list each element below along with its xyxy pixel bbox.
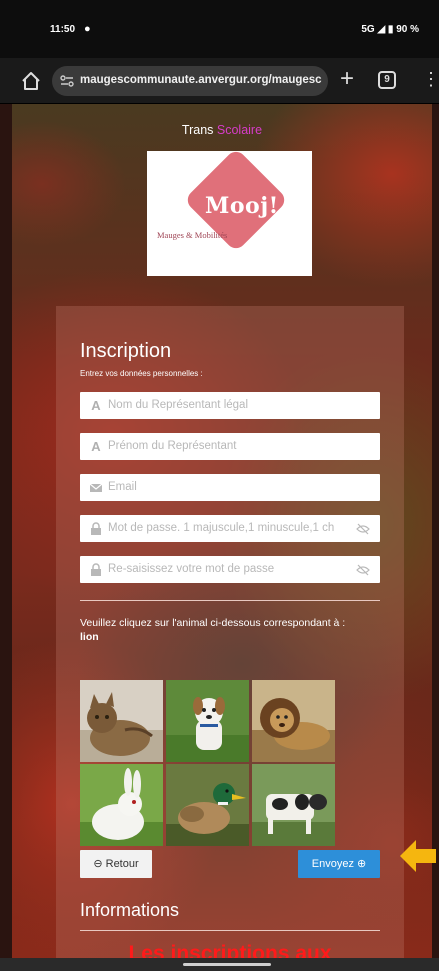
email-placeholder: Email xyxy=(108,481,137,493)
pointer-arrow-icon xyxy=(400,840,436,872)
lock-icon xyxy=(91,563,101,576)
cat-image-tile[interactable] xyxy=(80,680,163,762)
captcha-prompt: Veuillez cliquez sur l'animal ci-dessous… xyxy=(80,616,380,644)
browser-toolbar: maugescommunaute.anvergur.org/maugesc + … xyxy=(0,58,439,104)
nom-field[interactable]: A Nom du Représentant légal xyxy=(80,392,380,419)
home-icon[interactable] xyxy=(20,70,42,92)
duck-image-tile[interactable] xyxy=(166,764,249,846)
status-indicators: 5G ◢ ▮ 90 % xyxy=(361,24,419,35)
url-text: maugescommunaute.anvergur.org/maugesc xyxy=(80,74,322,86)
mooj-logo: Mooj! Mauges & Mobilités xyxy=(147,147,312,276)
eye-off-icon[interactable] xyxy=(356,523,370,535)
status-time: 11:50 xyxy=(50,24,76,35)
system-nav-bar xyxy=(0,958,439,971)
info-divider xyxy=(80,930,380,931)
title-part2: Scolaire xyxy=(216,123,263,137)
cow-image-tile[interactable] xyxy=(252,764,335,846)
form-subtitle: Entrez vos données personnelles : xyxy=(80,369,203,378)
form-title: Inscription xyxy=(80,340,172,362)
text-icon: A xyxy=(91,398,101,413)
submit-button[interactable]: Envoyez ⊕ xyxy=(298,850,380,878)
lock-icon xyxy=(91,522,101,535)
address-bar[interactable]: maugescommunaute.anvergur.org/maugesc xyxy=(52,66,328,96)
page-content: Trans Scolaire Mooj! Mauges & Mobilités … xyxy=(12,104,432,960)
form-divider xyxy=(80,600,380,601)
site-settings-icon[interactable] xyxy=(60,74,74,88)
new-tab-icon[interactable]: + xyxy=(340,66,354,92)
arrow-left-circle-icon: ⊖ xyxy=(93,858,103,870)
captcha-answer: lion xyxy=(80,631,99,643)
password-placeholder: Mot de passe. 1 majuscule,1 minuscule,1 … xyxy=(108,522,335,534)
logo-wordmark: Mooj! xyxy=(205,193,279,219)
status-bar: 11:50 ● 5G ◢ ▮ 90 % xyxy=(0,0,439,58)
confirm-password-field[interactable]: Re-saisissez votre mot de passe xyxy=(80,556,380,583)
text-icon: A xyxy=(91,439,101,454)
back-button[interactable]: ⊖ Retour xyxy=(80,850,152,878)
arrow-right-circle-icon: ⊕ xyxy=(357,858,367,870)
lion-image-tile[interactable] xyxy=(252,680,335,762)
info-title: Informations xyxy=(80,900,180,920)
registration-form: Inscription Entrez vos données personnel… xyxy=(56,306,404,960)
submit-button-label: Envoyez xyxy=(311,858,354,870)
notification-icon: ● xyxy=(84,23,91,35)
eye-off-icon[interactable] xyxy=(356,564,370,576)
back-button-label: Retour xyxy=(105,858,139,870)
page-title: Trans Scolaire xyxy=(12,123,432,137)
confirm-password-placeholder: Re-saisissez votre mot de passe xyxy=(108,563,275,575)
rabbit-image-tile[interactable] xyxy=(80,764,163,846)
animal-captcha-grid xyxy=(80,680,336,846)
password-field[interactable]: Mot de passe. 1 majuscule,1 minuscule,1 … xyxy=(80,515,380,542)
prenom-placeholder: Prénom du Représentant xyxy=(108,440,237,452)
logo-tagline: Mauges & Mobilités xyxy=(157,230,228,240)
menu-icon[interactable]: ⋮ xyxy=(422,69,439,89)
prenom-field[interactable]: A Prénom du Représentant xyxy=(80,433,380,460)
email-field[interactable]: Email xyxy=(80,474,380,501)
dog-image-tile[interactable] xyxy=(166,680,249,762)
home-gesture-handle[interactable] xyxy=(183,963,271,966)
tabs-icon[interactable]: 9 xyxy=(378,71,396,89)
captcha-question: Veuillez cliquez sur l'animal ci-dessous… xyxy=(80,617,346,629)
mail-icon xyxy=(89,483,103,492)
nom-placeholder: Nom du Représentant légal xyxy=(108,399,248,411)
title-part1: Trans xyxy=(181,123,217,137)
